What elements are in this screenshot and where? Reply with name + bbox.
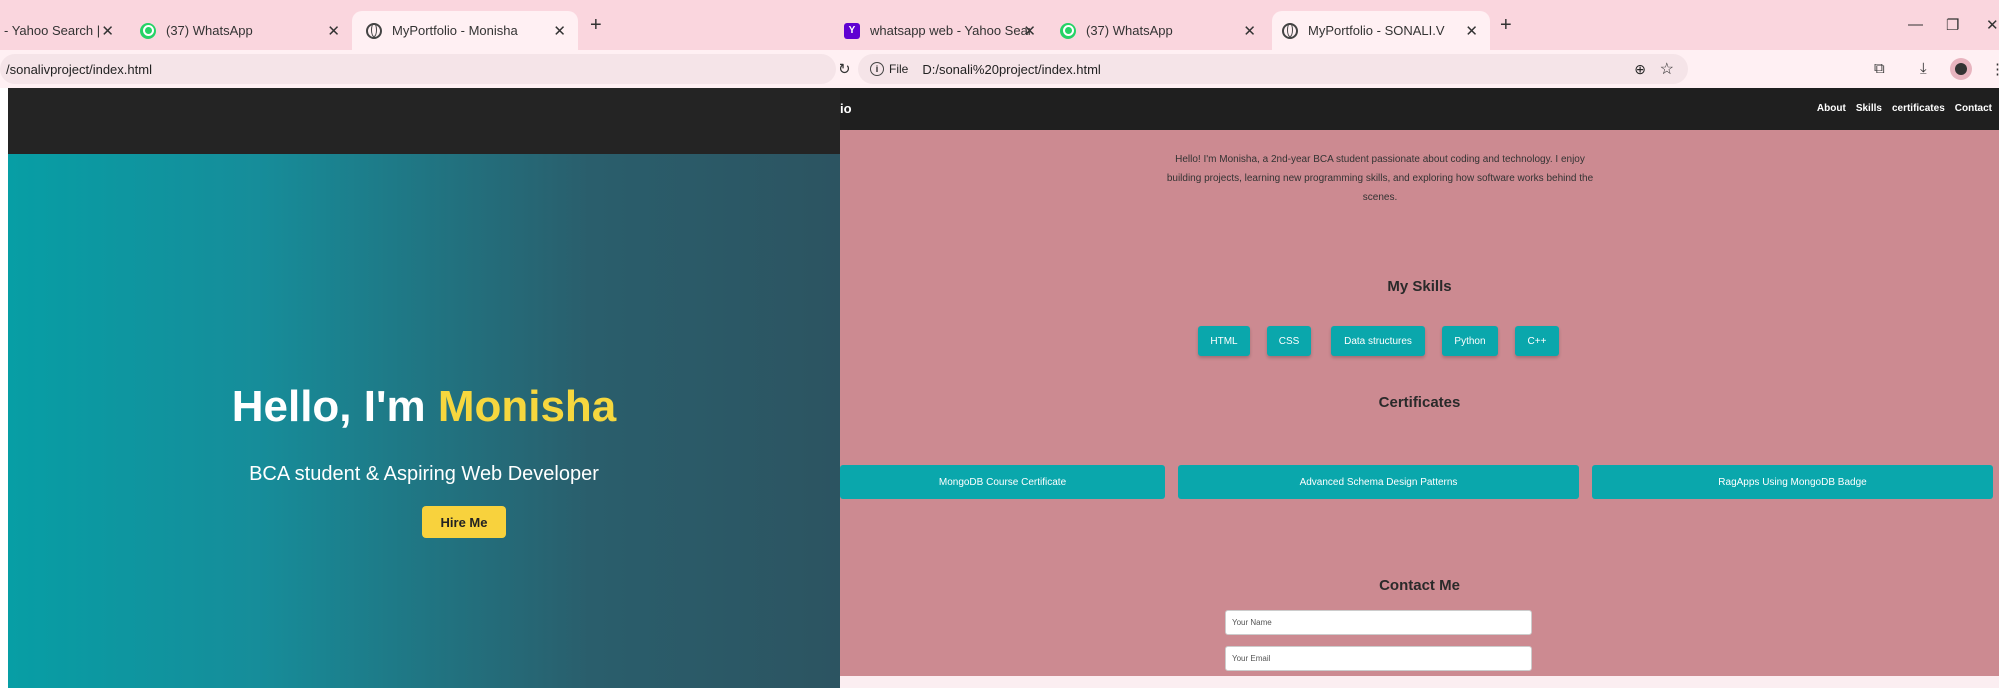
hero-title: Hello, I'm Monisha — [8, 382, 840, 432]
left-browser-window: - Yahoo Search | ✕ (37) WhatsApp ✕ MyPor… — [0, 0, 840, 688]
tab-yahoo-search[interactable]: Y whatsapp web - Yahoo Search | ✕ — [840, 11, 1048, 50]
window-bottom-strip — [840, 676, 1999, 688]
address-bar[interactable]: /sonalivproject/index.html — [0, 54, 836, 84]
nav-link-contact[interactable]: Contact — [1955, 103, 1992, 114]
hero-subtitle: BCA student & Aspiring Web Developer — [249, 463, 599, 485]
nav-link-about[interactable]: About — [1817, 103, 1846, 114]
page-content: Hello! I'm Monisha, a 2nd-year BCA stude… — [840, 130, 1999, 676]
url-text: D:/sonali%20project/index.html — [922, 61, 1101, 77]
site-navbar — [8, 88, 840, 154]
name-input[interactable]: Your Name — [1225, 610, 1532, 635]
certificates-heading: Certificates — [1378, 394, 1461, 411]
avatar-icon — [1955, 63, 1967, 75]
globe-icon — [1282, 22, 1298, 39]
tab-myportfolio-active[interactable]: MyPortfolio - Monisha ✕ — [352, 11, 578, 50]
site-navbar: io About Skills certificates Contact — [840, 88, 1999, 130]
skill-badge: HTML — [1198, 326, 1250, 356]
new-tab-icon[interactable]: + — [1500, 14, 1512, 37]
close-icon[interactable]: ✕ — [553, 22, 566, 40]
reload-icon[interactable]: ↻ — [840, 60, 851, 78]
tab-title: MyPortfolio - Monisha — [392, 23, 518, 38]
about-intro: Hello! I'm Monisha, a 2nd-year BCA stude… — [1166, 154, 1594, 203]
tab-title: - Yahoo Search | — [4, 23, 101, 38]
close-icon[interactable]: ✕ — [101, 22, 114, 40]
url-text: /sonalivproject/index.html — [6, 61, 152, 77]
skill-badge: C++ — [1515, 326, 1559, 356]
certificate-card[interactable]: MongoDB Course Certificate — [840, 465, 1165, 499]
info-icon: i — [870, 62, 884, 76]
email-input[interactable]: Your Email — [1225, 646, 1532, 671]
profile-avatar[interactable] — [1950, 58, 1972, 80]
tab-whatsapp[interactable]: (37) WhatsApp ✕ — [126, 11, 352, 50]
tab-title: (37) WhatsApp — [1086, 23, 1173, 38]
extensions-icon[interactable]: ⧉ — [1874, 60, 1885, 77]
close-icon[interactable]: ✕ — [1023, 22, 1036, 40]
browser-toolbar: ↻ i File D:/sonali%20project/index.html … — [840, 50, 1999, 88]
address-bar[interactable]: i File D:/sonali%20project/index.html ⊕ … — [858, 54, 1688, 84]
whatsapp-icon — [1060, 22, 1076, 39]
zoom-icon[interactable]: ⊕ — [1634, 61, 1646, 78]
hero-greeting: Hello, I'm — [231, 382, 426, 431]
tab-title: whatsapp web - Yahoo Search | — [870, 23, 1030, 38]
nav-link-certificates[interactable]: certificates — [1892, 103, 1945, 114]
globe-icon — [366, 22, 382, 39]
close-icon[interactable]: ✕ — [1243, 22, 1256, 40]
skill-badge: Python — [1442, 326, 1498, 356]
yahoo-icon: Y — [844, 22, 860, 39]
download-icon[interactable]: ⤓ — [1920, 60, 1927, 77]
whatsapp-icon — [140, 22, 156, 39]
tab-myportfolio-active[interactable]: MyPortfolio - SONALI.V ✕ — [1272, 11, 1490, 50]
hire-me-button[interactable]: Hire Me — [422, 506, 506, 538]
nav-links: About Skills certificates Contact — [1817, 103, 1992, 114]
browser-toolbar: /sonalivproject/index.html — [0, 50, 840, 88]
certificate-card[interactable]: RagApps Using MongoDB Badge — [1592, 465, 1993, 499]
site-info-label: File — [889, 62, 909, 76]
certificate-card[interactable]: Advanced Schema Design Patterns — [1178, 465, 1579, 499]
close-icon[interactable]: ✕ — [1465, 22, 1478, 40]
nav-link-skills[interactable]: Skills — [1856, 103, 1882, 114]
menu-icon[interactable]: ⋮ — [1990, 60, 1999, 78]
site-logo[interactable]: io — [840, 101, 852, 116]
tab-whatsapp[interactable]: (37) WhatsApp ✕ — [1050, 11, 1268, 50]
skill-badge: CSS — [1267, 326, 1311, 356]
hero-section: Hello, I'm Monisha BCA student & Aspirin… — [8, 154, 840, 688]
skills-heading: My Skills — [1387, 278, 1452, 295]
close-window-icon[interactable]: ✕ — [1986, 16, 1999, 34]
contact-heading: Contact Me — [1379, 577, 1460, 594]
skill-badge: Data structures — [1331, 326, 1425, 356]
tab-title: MyPortfolio - SONALI.V — [1308, 23, 1445, 38]
tab-strip: Y whatsapp web - Yahoo Search | ✕ (37) W… — [840, 0, 1999, 50]
minimize-icon[interactable]: — — [1908, 16, 1923, 33]
new-tab-icon[interactable]: + — [590, 14, 602, 37]
tab-title: (37) WhatsApp — [166, 23, 253, 38]
site-info-chip[interactable]: i File — [870, 62, 908, 76]
tab-strip: - Yahoo Search | ✕ (37) WhatsApp ✕ MyPor… — [0, 0, 840, 50]
bookmark-star-icon[interactable]: ☆ — [1660, 59, 1674, 79]
close-icon[interactable]: ✕ — [327, 22, 340, 40]
tab-yahoo-search[interactable]: - Yahoo Search | ✕ — [0, 11, 126, 50]
hero-name: Monisha — [437, 382, 617, 431]
right-browser-window: Y whatsapp web - Yahoo Search | ✕ (37) W… — [840, 0, 1999, 688]
restore-icon[interactable]: ❐ — [1946, 16, 1959, 34]
